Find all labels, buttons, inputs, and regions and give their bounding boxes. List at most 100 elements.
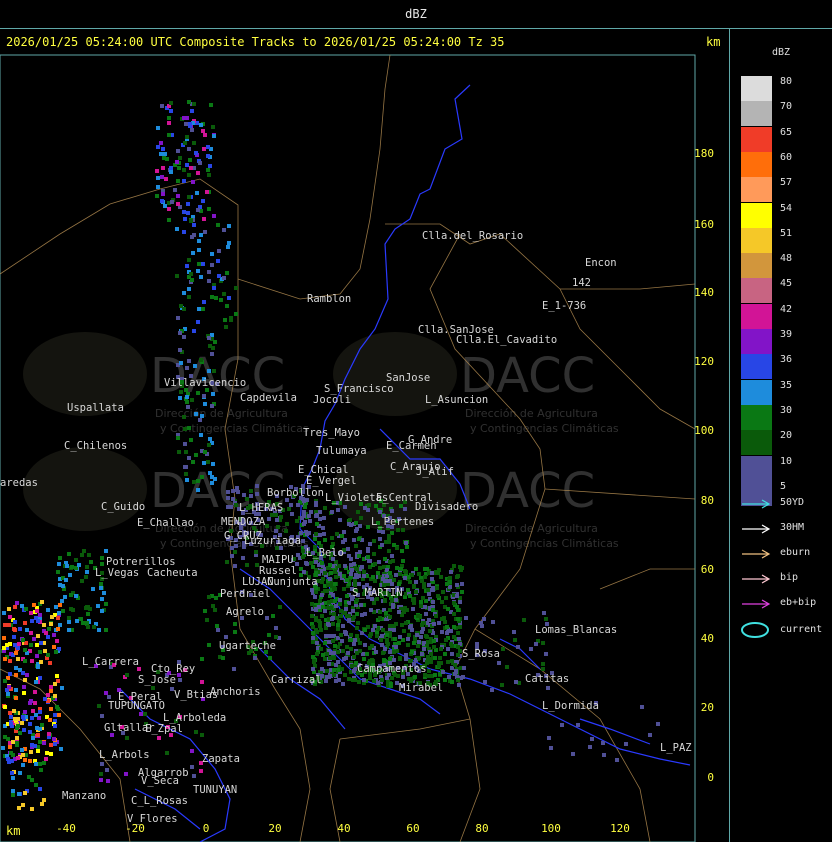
composite-tracks-header: 2026/01/25 05:24:00 UTC Composite Tracks… — [6, 35, 505, 49]
legend-track-row — [740, 496, 772, 510]
radar-echo-cell — [404, 653, 408, 657]
radar-echo-cell — [187, 195, 191, 199]
radar-echo-cell — [501, 647, 505, 651]
radar-echo-cell — [431, 586, 435, 590]
radar-echo-cell — [193, 364, 197, 368]
legend-track-row — [740, 596, 772, 610]
radar-echo-cell — [99, 586, 103, 590]
radar-echo-cell — [201, 199, 205, 203]
radar-echo-cell — [353, 638, 357, 642]
radar-echo-cell — [155, 194, 159, 198]
radar-echo-cell — [454, 670, 458, 674]
radar-echo-cell — [20, 721, 24, 725]
radar-echo-cell — [104, 549, 108, 553]
radar-echo-cell — [363, 643, 367, 647]
radar-echo-cell — [34, 680, 38, 684]
radar-echo-cell — [406, 588, 410, 592]
radar-echo-cell — [190, 128, 194, 132]
place-label: E_Challao — [137, 517, 194, 529]
radar-echo-cell — [151, 686, 155, 690]
radar-echo-cell — [274, 626, 278, 630]
radar-echo-cell — [330, 510, 334, 514]
radar-echo-cell — [345, 578, 349, 582]
radar-echo-cell — [414, 567, 418, 571]
radar-echo-cell — [328, 656, 332, 660]
radar-echo-cell — [340, 667, 344, 671]
track-arrow-icon — [742, 524, 771, 534]
radar-echo-cell — [393, 637, 397, 641]
radar-map[interactable]: DACCDirección de Agriculturay Contingenc… — [0, 29, 729, 842]
radar-echo-cell — [75, 619, 79, 623]
radar-echo-cell — [648, 733, 652, 737]
radar-echo-cell — [22, 728, 26, 732]
radar-echo-cell — [431, 608, 435, 612]
radar-echo-cell — [30, 743, 34, 747]
radar-echo-cell — [196, 479, 200, 483]
radar-echo-cell — [375, 634, 379, 638]
radar-echo-cell — [500, 683, 504, 687]
radar-echo-cell — [203, 450, 207, 454]
radar-echo-cell — [441, 590, 445, 594]
radar-echo-cell — [125, 673, 129, 677]
radar-echo-cell — [202, 147, 206, 151]
radar-echo-cell — [197, 307, 201, 311]
radar-echo-cell — [656, 722, 660, 726]
radar-echo-cell — [207, 595, 211, 599]
place-label: SanJose — [386, 372, 430, 384]
radar-echo-cell — [337, 619, 341, 623]
radar-echo-cell — [156, 176, 160, 180]
radar-echo-cell — [399, 567, 403, 571]
radar-echo-cell — [176, 194, 180, 198]
radar-echo-cell — [224, 635, 228, 639]
radar-echo-cell — [347, 522, 351, 526]
radar-map-panel[interactable]: DACC Dirección de Agricultura y Contingenc… — [0, 29, 729, 842]
legend-swatch — [741, 253, 772, 279]
radar-echo-cell — [207, 643, 211, 647]
radar-echo-cell — [302, 522, 306, 526]
radar-echo-cell — [381, 628, 385, 632]
radar-echo-cell — [337, 564, 341, 568]
legend-swatch-label: 30 — [780, 404, 793, 416]
radar-echo-cell — [341, 682, 345, 686]
radar-echo-cell — [207, 279, 211, 283]
radar-echo-cell — [289, 503, 293, 507]
radar-echo-cell — [439, 647, 443, 651]
radar-echo-cell — [224, 325, 228, 329]
radar-echo-cell — [416, 614, 420, 618]
radar-echo-cell — [368, 676, 372, 680]
radar-echo-cell — [410, 573, 414, 577]
radar-echo-cell — [40, 723, 44, 727]
radar-echo-cell — [173, 188, 177, 192]
radar-echo-cell — [2, 611, 6, 615]
radar-echo-cell — [321, 653, 325, 657]
radar-echo-cell — [450, 659, 454, 663]
radar-echo-cell — [198, 161, 202, 165]
radar-echo-cell — [318, 599, 322, 603]
radar-echo-cell — [437, 621, 441, 625]
radar-echo-cell — [412, 601, 416, 605]
radar-echo-cell — [301, 539, 305, 543]
place-label: aredas — [0, 477, 38, 489]
radar-echo-cell — [310, 602, 314, 606]
radar-echo-cell — [329, 571, 333, 575]
radar-echo-cell — [330, 536, 334, 540]
radar-echo-cell — [210, 295, 214, 299]
radar-echo-cell — [13, 620, 17, 624]
place-label: Lomas_Blancas — [535, 624, 617, 636]
radar-echo-cell — [192, 141, 196, 145]
place-label: Uspallata — [67, 402, 124, 414]
radar-echo-cell — [362, 678, 366, 682]
radar-echo-cell — [3, 679, 7, 683]
radar-echo-cell — [420, 652, 424, 656]
radar-echo-cell — [397, 610, 401, 614]
radar-echo-cell — [423, 605, 427, 609]
radar-echo-cell — [29, 631, 33, 635]
radar-echo-cell — [67, 628, 71, 632]
radar-echo-cell — [385, 676, 389, 680]
radar-echo-cell — [176, 316, 180, 320]
radar-echo-cell — [11, 740, 15, 744]
radar-echo-cell — [29, 611, 33, 615]
radar-echo-cell — [203, 402, 207, 406]
radar-echo-cell — [23, 621, 27, 625]
radar-echo-cell — [196, 488, 200, 492]
